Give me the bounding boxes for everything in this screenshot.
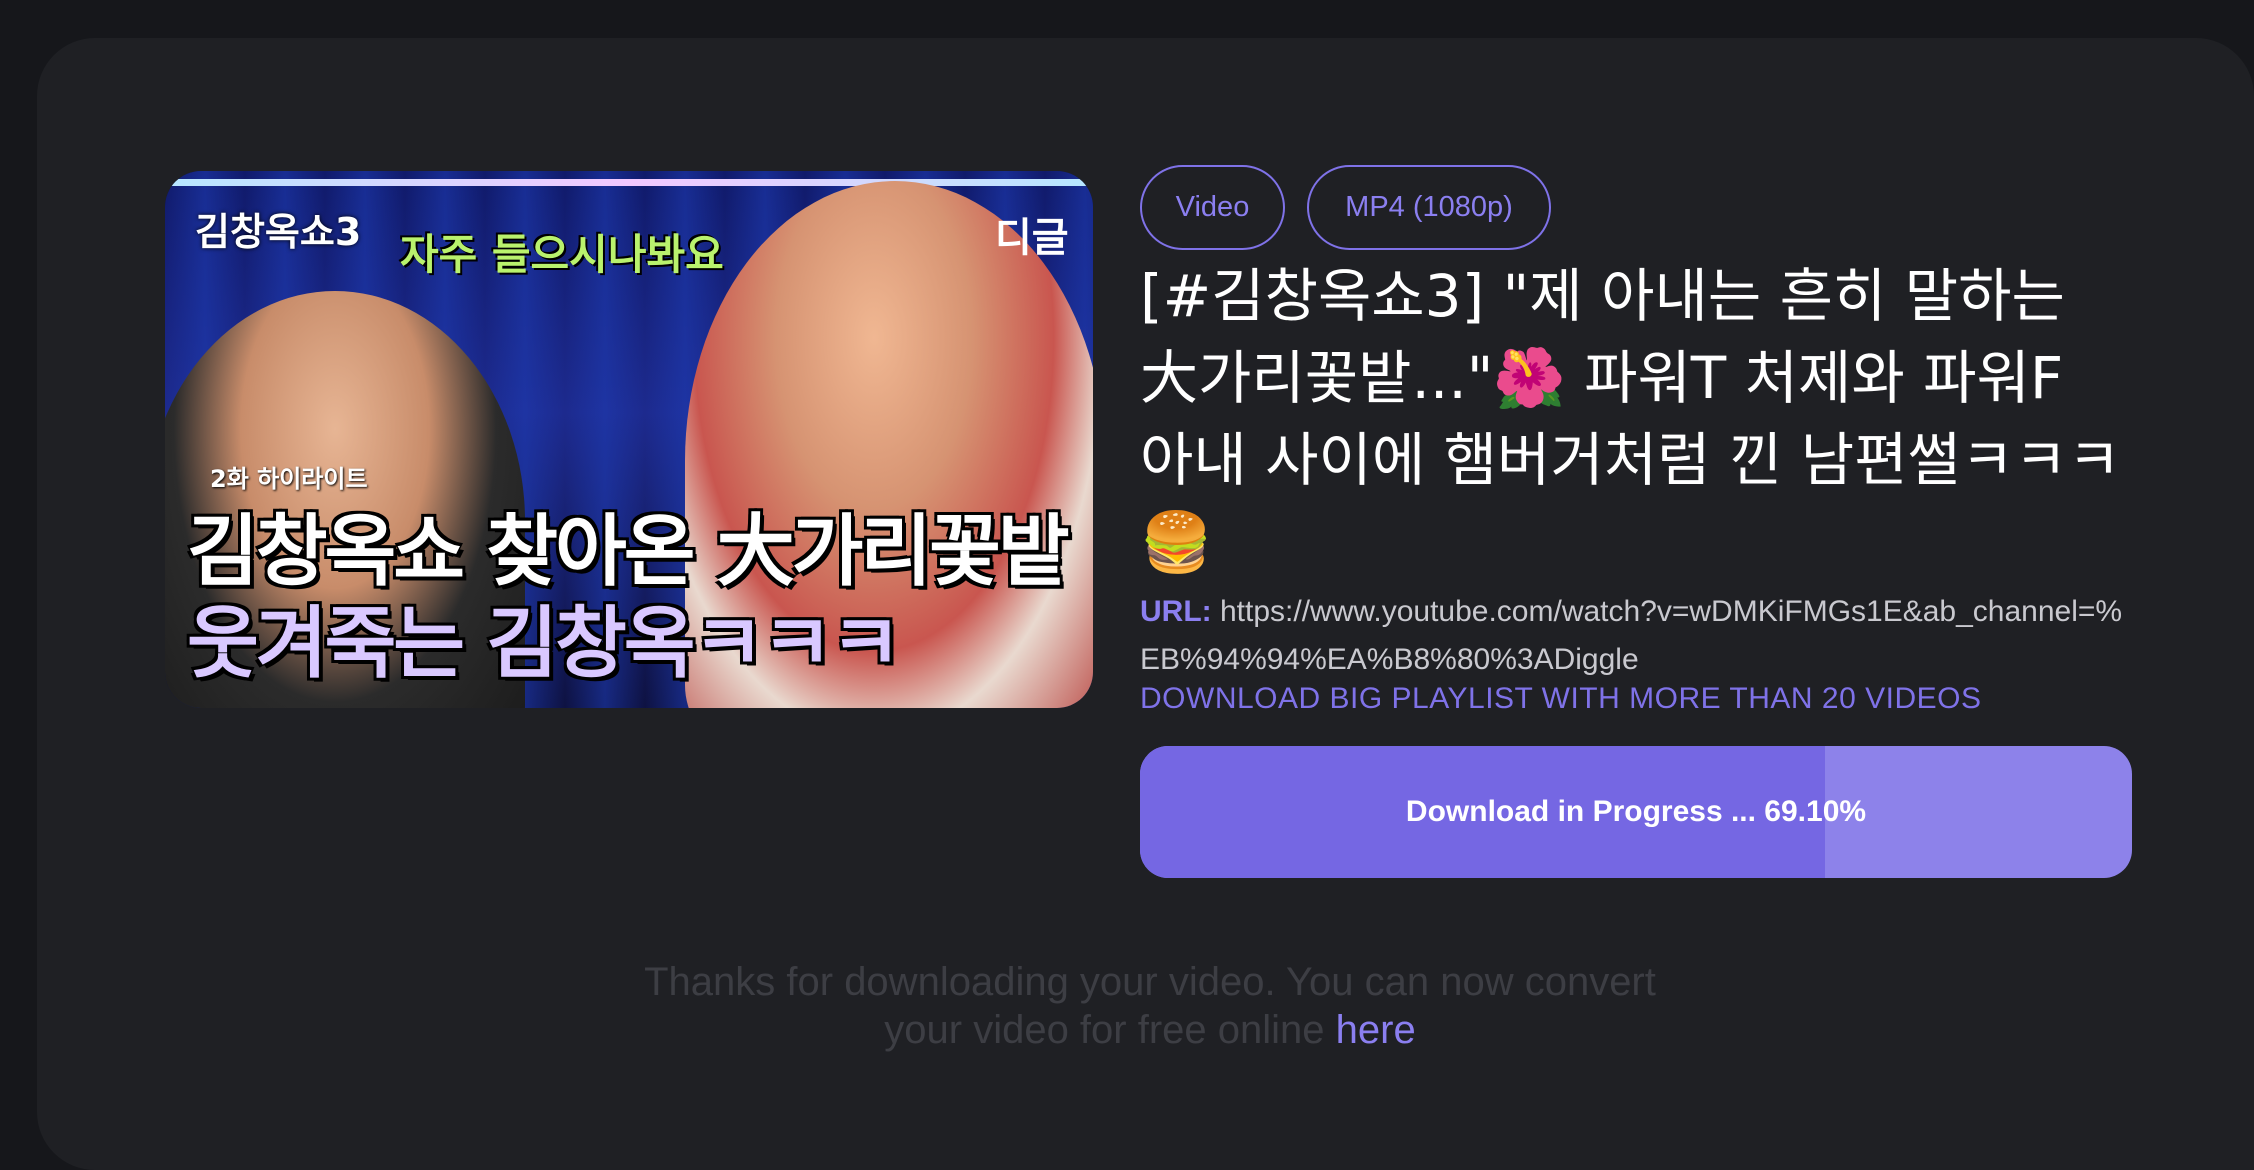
big-playlist-link[interactable]: DOWNLOAD BIG PLAYLIST WITH MORE THAN 20 … [1140, 682, 1982, 716]
download-progress-bar: Download in Progress ... 69.10% [1140, 746, 2132, 878]
thumbnail-channel-logo: 디글 [995, 215, 1069, 261]
format-tag: MP4 (1080p) [1307, 165, 1551, 250]
convert-here-link[interactable]: here [1336, 1008, 1416, 1052]
video-url: URL: https://www.youtube.com/watch?v=wDM… [1140, 588, 2140, 684]
thumbnail-show-name: 김창옥쇼3 [195, 210, 362, 254]
url-label: URL: [1140, 595, 1212, 628]
thumbnail-top-stripe [165, 179, 1093, 186]
thanks-message: Thanks for downloading your video. You c… [600, 958, 1700, 1054]
url-value: https://www.youtube.com/watch?v=wDMKiFMG… [1140, 595, 2123, 676]
video-title: [#김창옥쇼3] "제 아내는 흔히 말하는 大가리꽃밭..."🌺 파워T 처제… [1140, 262, 2121, 576]
type-tag: Video [1140, 165, 1285, 250]
thumbnail-headline-line2: 웃겨죽는 김창옥ㅋㅋㅋ [187, 599, 902, 689]
thumbnail-caption: 자주 들으시나봐요 [400, 230, 724, 279]
thanks-text: Thanks for downloading your video. You c… [644, 960, 1656, 1052]
download-progress-label: Download in Progress ... 69.10% [1405, 795, 1867, 828]
video-thumbnail: 김창옥쇼3 자주 들으시나봐요 디글 2화 하이라이트 김창옥쇼 찾아온 大가리… [165, 171, 1093, 708]
